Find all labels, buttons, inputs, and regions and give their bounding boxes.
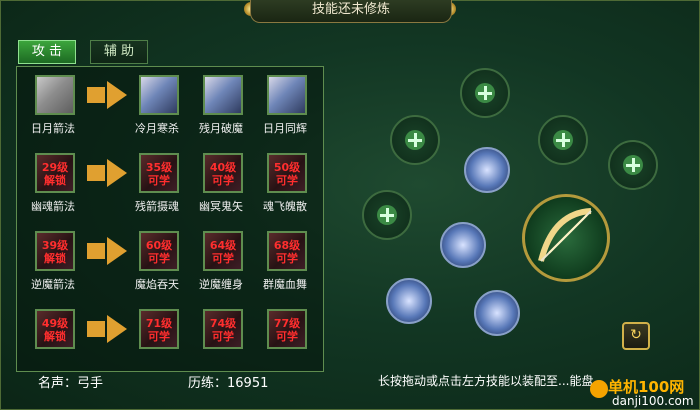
experience-label: 历练：16951	[188, 376, 269, 391]
skill-label: 残月破魔	[199, 122, 243, 135]
skill-label: 日月同辉	[263, 122, 307, 135]
skill-cell[interactable]: 50级 可学 魂飞魄散	[255, 149, 315, 215]
skill-book-cell[interactable]: 29级 解锁 幽魂箭法	[23, 149, 83, 215]
skill-cell[interactable]: 64级 可学 逆魔缠身	[191, 227, 251, 293]
skill-book-icon[interactable]: 39级 解锁	[35, 231, 75, 271]
skill-cell[interactable]: 日月同辉	[255, 71, 315, 137]
empty-slot-plus-icon[interactable]	[538, 115, 588, 165]
plus-icon	[475, 83, 495, 103]
skill-book-label: 日月箭法	[31, 122, 75, 135]
fame-label: 名声：弓手	[38, 376, 104, 391]
bow-icon	[538, 208, 592, 262]
skill-cell[interactable]: 40级 可学 幽冥鬼矢	[191, 149, 251, 215]
window-title: 技能还未修炼	[250, 0, 452, 23]
skill-label: 逆魔缠身	[199, 278, 243, 291]
skill-label: 魂飞魄散	[263, 200, 307, 213]
locked-skill-icon[interactable]: 68级 可学	[267, 231, 307, 271]
skill-label: 冷月寒杀	[135, 122, 179, 135]
bow-skill-icon[interactable]	[267, 75, 307, 115]
empty-slot-plus-icon[interactable]	[460, 68, 510, 118]
skill-book-label: 逆魔箭法	[31, 278, 75, 291]
refresh-button[interactable]: ↻	[622, 322, 650, 350]
empty-slot-plus-icon[interactable]	[362, 190, 412, 240]
arrow-icon	[87, 159, 127, 187]
tab-attack[interactable]: 攻 击	[18, 40, 76, 64]
skill-cell[interactable]: 残月破魔	[191, 71, 251, 137]
locked-skill-icon[interactable]: 71级 可学	[139, 309, 179, 349]
plus-icon	[405, 130, 425, 150]
skill-book-icon[interactable]	[35, 75, 75, 115]
locked-skill-icon[interactable]: 64级 可学	[203, 231, 243, 271]
skill-tree-panel: 日月箭法 冷月寒杀 残月破魔 日月同辉 29级 解锁 幽魂箭法 35级 可学 残…	[16, 66, 324, 372]
locked-skill-icon[interactable]: 50级 可学	[267, 153, 307, 193]
skill-book-cell[interactable]: 49级 解锁	[23, 305, 83, 371]
equipped-bow-skill-icon[interactable]	[474, 290, 520, 336]
arrow-icon	[87, 81, 127, 109]
skill-label: 残箭摄魂	[135, 200, 179, 213]
skill-label: 魔焰吞天	[135, 278, 179, 291]
skill-book-icon[interactable]: 29级 解锁	[35, 153, 75, 193]
watermark-logo-icon	[590, 380, 608, 398]
skill-cell[interactable]: 77级 可学	[255, 305, 315, 371]
bow-skill-icon[interactable]	[139, 75, 179, 115]
skill-cell[interactable]: 60级 可学 魔焰吞天	[127, 227, 187, 293]
empty-slot-plus-icon[interactable]	[390, 115, 440, 165]
locked-skill-icon[interactable]: 74级 可学	[203, 309, 243, 349]
locked-skill-icon[interactable]: 35级 可学	[139, 153, 179, 193]
arrow-icon	[87, 315, 127, 343]
skill-cell[interactable]: 68级 可学 群魔血舞	[255, 227, 315, 293]
skill-cell[interactable]: 冷月寒杀	[127, 71, 187, 137]
skill-book-icon[interactable]: 49级 解锁	[35, 309, 75, 349]
equipped-bow-skill-icon[interactable]	[386, 278, 432, 324]
plus-icon	[623, 155, 643, 175]
empty-slot-plus-icon[interactable]	[608, 140, 658, 190]
skill-label: 幽冥鬼矢	[199, 200, 243, 213]
skill-book-cell[interactable]: 日月箭法	[23, 71, 83, 137]
bow-skill-icon[interactable]	[203, 75, 243, 115]
tab-support[interactable]: 辅 助	[90, 40, 148, 64]
skill-cell[interactable]: 74级 可学	[191, 305, 251, 371]
watermark-url: danji100.com	[612, 394, 694, 408]
watermark: 单机100网 danji100.com	[590, 378, 700, 410]
plus-icon	[553, 130, 573, 150]
skill-cell[interactable]: 71级 可学	[127, 305, 187, 371]
skill-book-label: 幽魂箭法	[31, 200, 75, 213]
instruction-hint: 长按拖动或点击左方技能以装配至...能盘	[378, 374, 594, 388]
equipped-bow-skill-icon[interactable]	[464, 147, 510, 193]
refresh-icon: ↻	[630, 327, 642, 343]
arrow-icon	[87, 237, 127, 265]
locked-skill-icon[interactable]: 77级 可学	[267, 309, 307, 349]
plus-icon	[377, 205, 397, 225]
locked-skill-icon[interactable]: 60级 可学	[139, 231, 179, 271]
equipped-boot-skill-icon[interactable]	[440, 222, 486, 268]
skill-label: 群魔血舞	[263, 278, 307, 291]
skill-book-cell[interactable]: 39级 解锁 逆魔箭法	[23, 227, 83, 293]
skill-cell[interactable]: 35级 可学 残箭摄魂	[127, 149, 187, 215]
main-bow-skill-icon[interactable]	[522, 194, 610, 282]
locked-skill-icon[interactable]: 40级 可学	[203, 153, 243, 193]
